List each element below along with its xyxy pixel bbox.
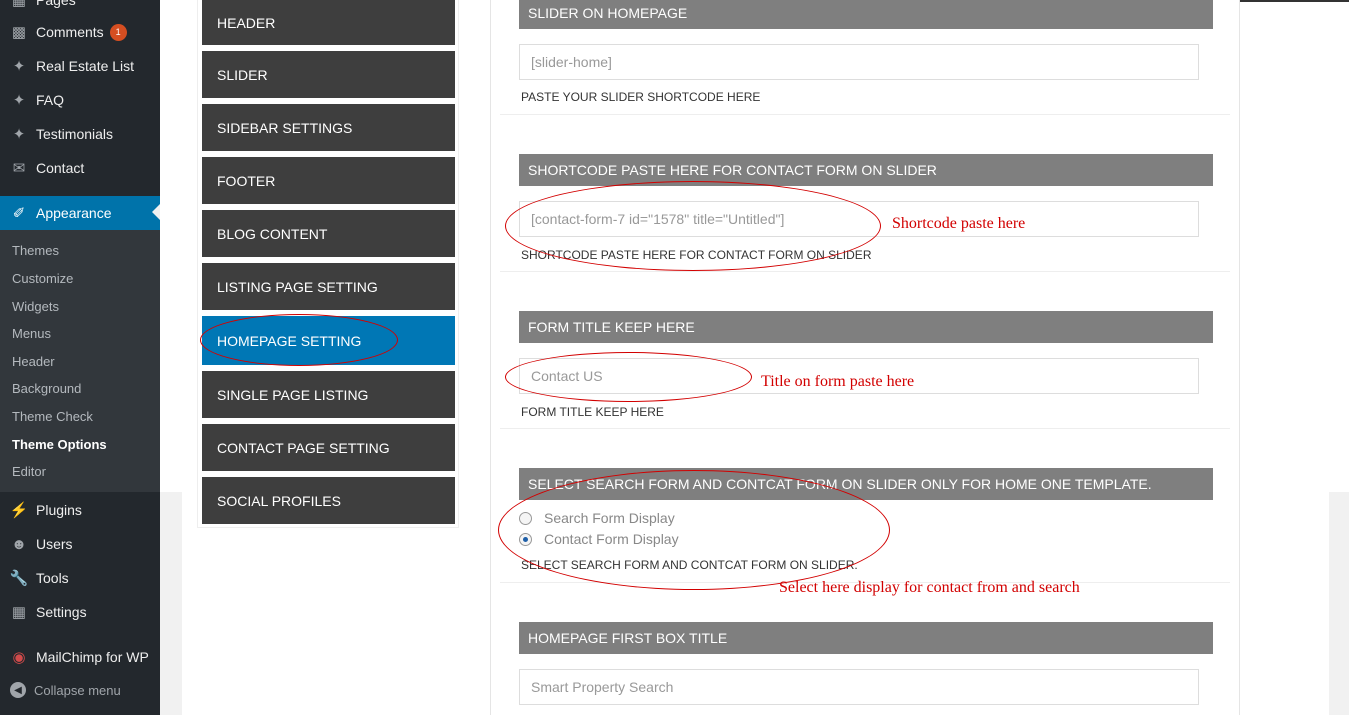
menu-label: Plugins	[36, 502, 82, 518]
submenu-themes[interactable]: Themes	[12, 243, 59, 258]
tab-slider[interactable]: SLIDER	[202, 51, 455, 98]
menu-label: Testimonials	[36, 126, 114, 142]
menu-label: Users	[36, 536, 73, 552]
submenu-background[interactable]: Background	[12, 381, 81, 396]
menu-contact[interactable]: ✉ Contact	[0, 151, 160, 185]
submenu-theme-check[interactable]: Theme Check	[12, 409, 93, 424]
divider	[500, 428, 1230, 429]
pin-icon: ✦	[12, 58, 26, 75]
menu-settings[interactable]: ▦ Settings	[0, 595, 160, 629]
menu-label: Tools	[36, 570, 69, 586]
pin-icon: ✦	[12, 126, 26, 143]
menu-label: Real Estate List	[36, 58, 135, 74]
tab-social-profiles[interactable]: SOCIAL PROFILES	[202, 477, 455, 524]
annotation-note: Select here display for contact from and…	[779, 579, 1080, 596]
menu-testimonials[interactable]: ✦ Testimonials	[0, 117, 160, 151]
mailchimp-icon: ◉	[12, 649, 26, 666]
menu-real-estate-list[interactable]: ✦ Real Estate List	[0, 49, 160, 83]
menu-mailchimp[interactable]: ◉ MailChimp for WP	[0, 640, 160, 674]
menu-label: FAQ	[36, 92, 65, 108]
field-description: PASTE YOUR SLIDER SHORTCODE HERE	[521, 90, 761, 104]
divider	[500, 114, 1230, 115]
annotation-ellipse	[498, 470, 890, 590]
comment-count-badge: 1	[109, 23, 127, 41]
menu-label: Settings	[36, 604, 87, 620]
collapse-arrow-icon: ◀	[10, 682, 26, 698]
menu-plugins[interactable]: ⚡ Plugins	[0, 493, 160, 527]
settings-icon: ▦	[11, 604, 27, 621]
menu-label: Pages	[36, 0, 76, 8]
pin-icon: ✦	[12, 92, 26, 109]
tab-header[interactable]: HEADER	[202, 0, 455, 45]
submenu-customize[interactable]: Customize	[12, 271, 73, 286]
admin-sidebar: ▦ Pages ▩ Comments 1 ✦ Real Estate List …	[0, 0, 160, 715]
comment-icon: ▩	[11, 24, 27, 41]
wrench-icon: 🔧	[9, 570, 29, 587]
collapse-label: Collapse menu	[34, 682, 121, 698]
mail-icon: ✉	[12, 160, 26, 177]
content-background	[1329, 492, 1349, 715]
section-heading: SLIDER ON HOMEPAGE	[519, 0, 1213, 29]
submenu-theme-options[interactable]: Theme Options	[12, 437, 107, 452]
section-heading: SHORTCODE PASTE HERE FOR CONTACT FORM ON…	[519, 154, 1213, 186]
menu-comments[interactable]: ▩ Comments 1	[0, 15, 160, 49]
menu-faq[interactable]: ✦ FAQ	[0, 83, 160, 117]
tab-contact-page-setting[interactable]: CONTACT PAGE SETTING	[202, 424, 455, 471]
first-box-title-input[interactable]: Smart Property Search	[519, 669, 1199, 705]
menu-label: Contact	[36, 160, 85, 176]
annotation-note: Shortcode paste here	[892, 215, 1026, 232]
section-heading: FORM TITLE KEEP HERE	[519, 311, 1213, 343]
tab-blog-content[interactable]: BLOG CONTENT	[202, 210, 455, 257]
submenu-widgets[interactable]: Widgets	[12, 299, 59, 314]
menu-label: Comments	[36, 24, 104, 40]
submenu-menus[interactable]: Menus	[12, 326, 51, 341]
tab-footer[interactable]: FOOTER	[202, 157, 455, 204]
submenu-editor[interactable]: Editor	[12, 464, 46, 479]
field-description: FORM TITLE KEEP HERE	[521, 405, 664, 419]
content-background	[160, 492, 182, 715]
user-icon: ☻	[11, 535, 27, 553]
paintbrush-icon: ✐	[12, 205, 26, 222]
slider-shortcode-input[interactable]: [slider-home]	[519, 44, 1199, 80]
submenu-header[interactable]: Header	[12, 354, 55, 369]
plugin-icon: ⚡	[9, 502, 29, 519]
menu-users[interactable]: ☻ Users	[0, 527, 160, 561]
appearance-submenu: Themes Customize Widgets Menus Header Ba…	[0, 230, 160, 492]
tab-listing-page-setting[interactable]: LISTING PAGE SETTING	[202, 263, 455, 310]
divider	[500, 271, 1230, 272]
menu-appearance[interactable]: ✐ Appearance	[0, 196, 160, 230]
annotation-ellipse	[505, 181, 881, 271]
menu-label: Appearance	[36, 205, 112, 221]
annotation-note: Title on form paste here	[761, 373, 915, 390]
collapse-menu-button[interactable]: ◀ Collapse menu	[10, 682, 121, 698]
annotation-ellipse	[505, 352, 752, 402]
annotation-ellipse	[200, 314, 398, 366]
pages-icon: ▦	[11, 0, 27, 9]
tab-sidebar-settings[interactable]: SIDEBAR SETTINGS	[202, 104, 455, 151]
menu-label: MailChimp for WP	[36, 649, 149, 665]
tab-single-page-listing[interactable]: SINGLE PAGE LISTING	[202, 371, 455, 418]
menu-tools[interactable]: 🔧 Tools	[0, 561, 160, 595]
section-heading: HOMEPAGE FIRST BOX TITLE	[519, 622, 1213, 654]
